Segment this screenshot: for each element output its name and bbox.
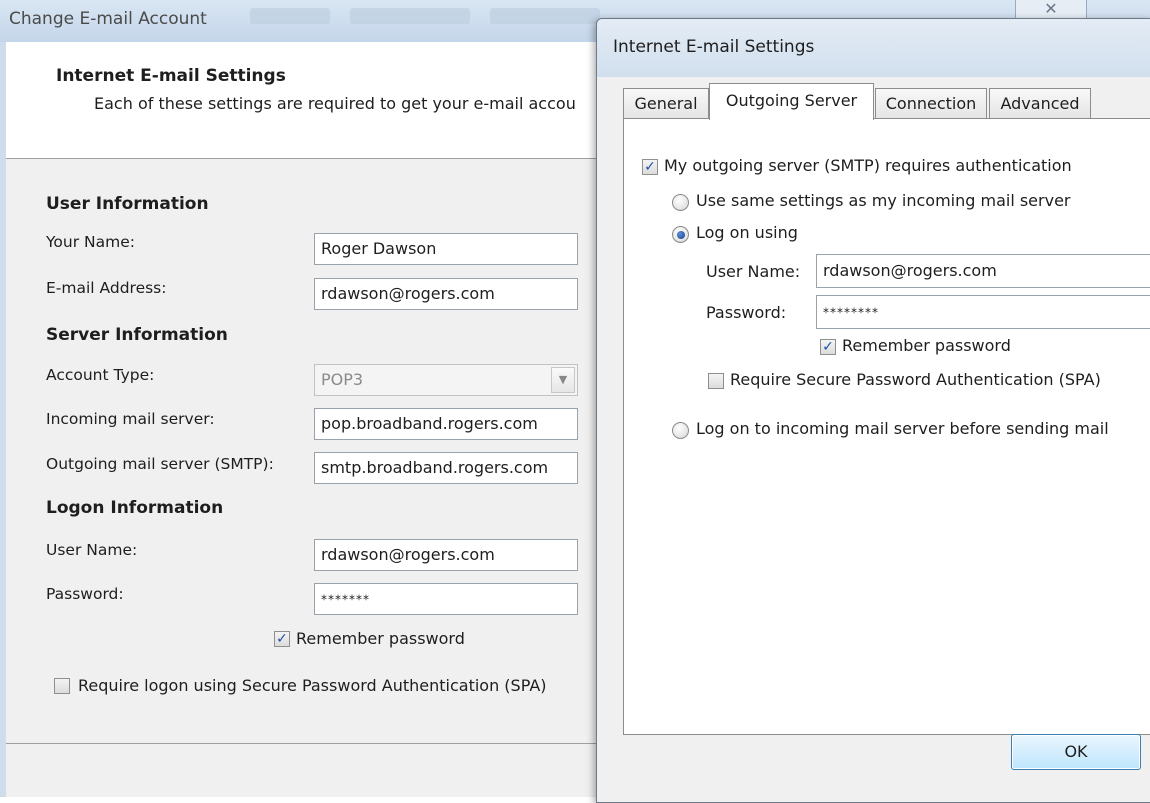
front-dialog-titlebar: Internet E-mail Settings xyxy=(597,19,1150,77)
smtp-password-label: Password: xyxy=(706,303,787,322)
tab-outgoing-server-label: Outgoing Server xyxy=(725,91,858,110)
require-spa-label: Require logon using Secure Password Auth… xyxy=(78,676,547,695)
outgoing-server-label: Outgoing mail server (SMTP): xyxy=(46,455,274,473)
smtp-user-name-input[interactable]: rdawson@rogers.com xyxy=(816,254,1150,288)
email-address-input[interactable]: rdawson@rogers.com xyxy=(314,278,578,310)
account-type-label: Account Type: xyxy=(46,366,155,384)
blurred-toolbar-item xyxy=(250,8,330,24)
close-icon: ✕ xyxy=(1044,0,1058,18)
email-address-value: rdawson@rogers.com xyxy=(321,284,495,303)
ok-button[interactable]: OK xyxy=(1011,734,1141,770)
tab-advanced-label: Advanced xyxy=(1000,94,1080,113)
smtp-require-spa-checkbox[interactable] xyxy=(708,373,724,389)
password-mask: ******* xyxy=(321,592,370,607)
log-on-incoming-label: Log on to incoming mail server before se… xyxy=(696,419,1109,438)
header-title: Internet E-mail Settings xyxy=(56,66,286,86)
password-label: Password: xyxy=(46,585,124,603)
same-settings-label: Use same settings as my incoming mail se… xyxy=(696,191,1071,210)
user-name-value: rdawson@rogers.com xyxy=(321,545,495,564)
tab-connection-label: Connection xyxy=(885,94,977,113)
tab-advanced[interactable]: Advanced xyxy=(989,88,1091,119)
smtp-require-spa-label: Require Secure Password Authentication (… xyxy=(730,370,1101,389)
remember-password-label: Remember password xyxy=(296,629,465,648)
internet-email-settings-dialog: Internet E-mail Settings General Outgoin… xyxy=(596,18,1150,803)
smtp-remember-password-label: Remember password xyxy=(842,336,1011,355)
password-input[interactable]: ******* xyxy=(314,583,578,615)
header-subtitle: Each of these settings are required to g… xyxy=(94,94,576,113)
log-on-using-label: Log on using xyxy=(696,223,798,242)
incoming-server-value: pop.broadband.rogers.com xyxy=(321,414,538,433)
smtp-user-name-value: rdawson@rogers.com xyxy=(823,261,997,280)
account-type-value: POP3 xyxy=(321,370,364,389)
remember-password-checkbox[interactable]: ✓ xyxy=(274,631,290,647)
chevron-down-icon: ▼ xyxy=(551,367,575,393)
outgoing-server-panel: ✓ My outgoing server (SMTP) requires aut… xyxy=(623,118,1150,735)
outgoing-server-input[interactable]: smtp.broadband.rogers.com xyxy=(314,452,578,484)
your-name-value: Roger Dawson xyxy=(321,239,437,258)
smtp-password-input[interactable]: ******** xyxy=(816,295,1150,329)
tab-general[interactable]: General xyxy=(623,88,709,119)
smtp-user-name-label: User Name: xyxy=(706,262,801,281)
smtp-password-mask: ******** xyxy=(823,305,879,320)
user-name-input[interactable]: rdawson@rogers.com xyxy=(314,539,578,571)
smtp-remember-password-checkbox[interactable]: ✓ xyxy=(820,339,836,355)
front-dialog-title: Internet E-mail Settings xyxy=(613,37,815,57)
smtp-auth-checkbox[interactable]: ✓ xyxy=(642,159,658,175)
blurred-toolbar-item xyxy=(490,8,600,24)
your-name-label: Your Name: xyxy=(46,233,135,251)
outgoing-server-value: smtp.broadband.rogers.com xyxy=(321,458,549,477)
log-on-using-radio[interactable] xyxy=(672,226,689,243)
section-server-information: Server Information xyxy=(46,325,228,345)
tab-connection[interactable]: Connection xyxy=(875,88,987,119)
back-dialog-title: Change E-mail Account xyxy=(9,9,207,29)
tab-outgoing-server[interactable]: Outgoing Server xyxy=(709,83,874,120)
blurred-toolbar-item xyxy=(350,8,470,24)
email-address-label: E-mail Address: xyxy=(46,279,167,297)
section-logon-information: Logon Information xyxy=(46,498,224,518)
section-user-information: User Information xyxy=(46,194,209,214)
incoming-server-input[interactable]: pop.broadband.rogers.com xyxy=(314,408,578,440)
account-type-select[interactable]: POP3 ▼ xyxy=(314,364,578,396)
smtp-auth-label: My outgoing server (SMTP) requires authe… xyxy=(664,156,1072,175)
require-spa-checkbox[interactable] xyxy=(54,678,70,694)
incoming-server-label: Incoming mail server: xyxy=(46,410,215,428)
tab-general-label: General xyxy=(634,94,698,113)
same-settings-radio[interactable] xyxy=(672,194,689,211)
log-on-incoming-radio[interactable] xyxy=(672,422,689,439)
your-name-input[interactable]: Roger Dawson xyxy=(314,233,578,265)
user-name-label: User Name: xyxy=(46,541,138,559)
